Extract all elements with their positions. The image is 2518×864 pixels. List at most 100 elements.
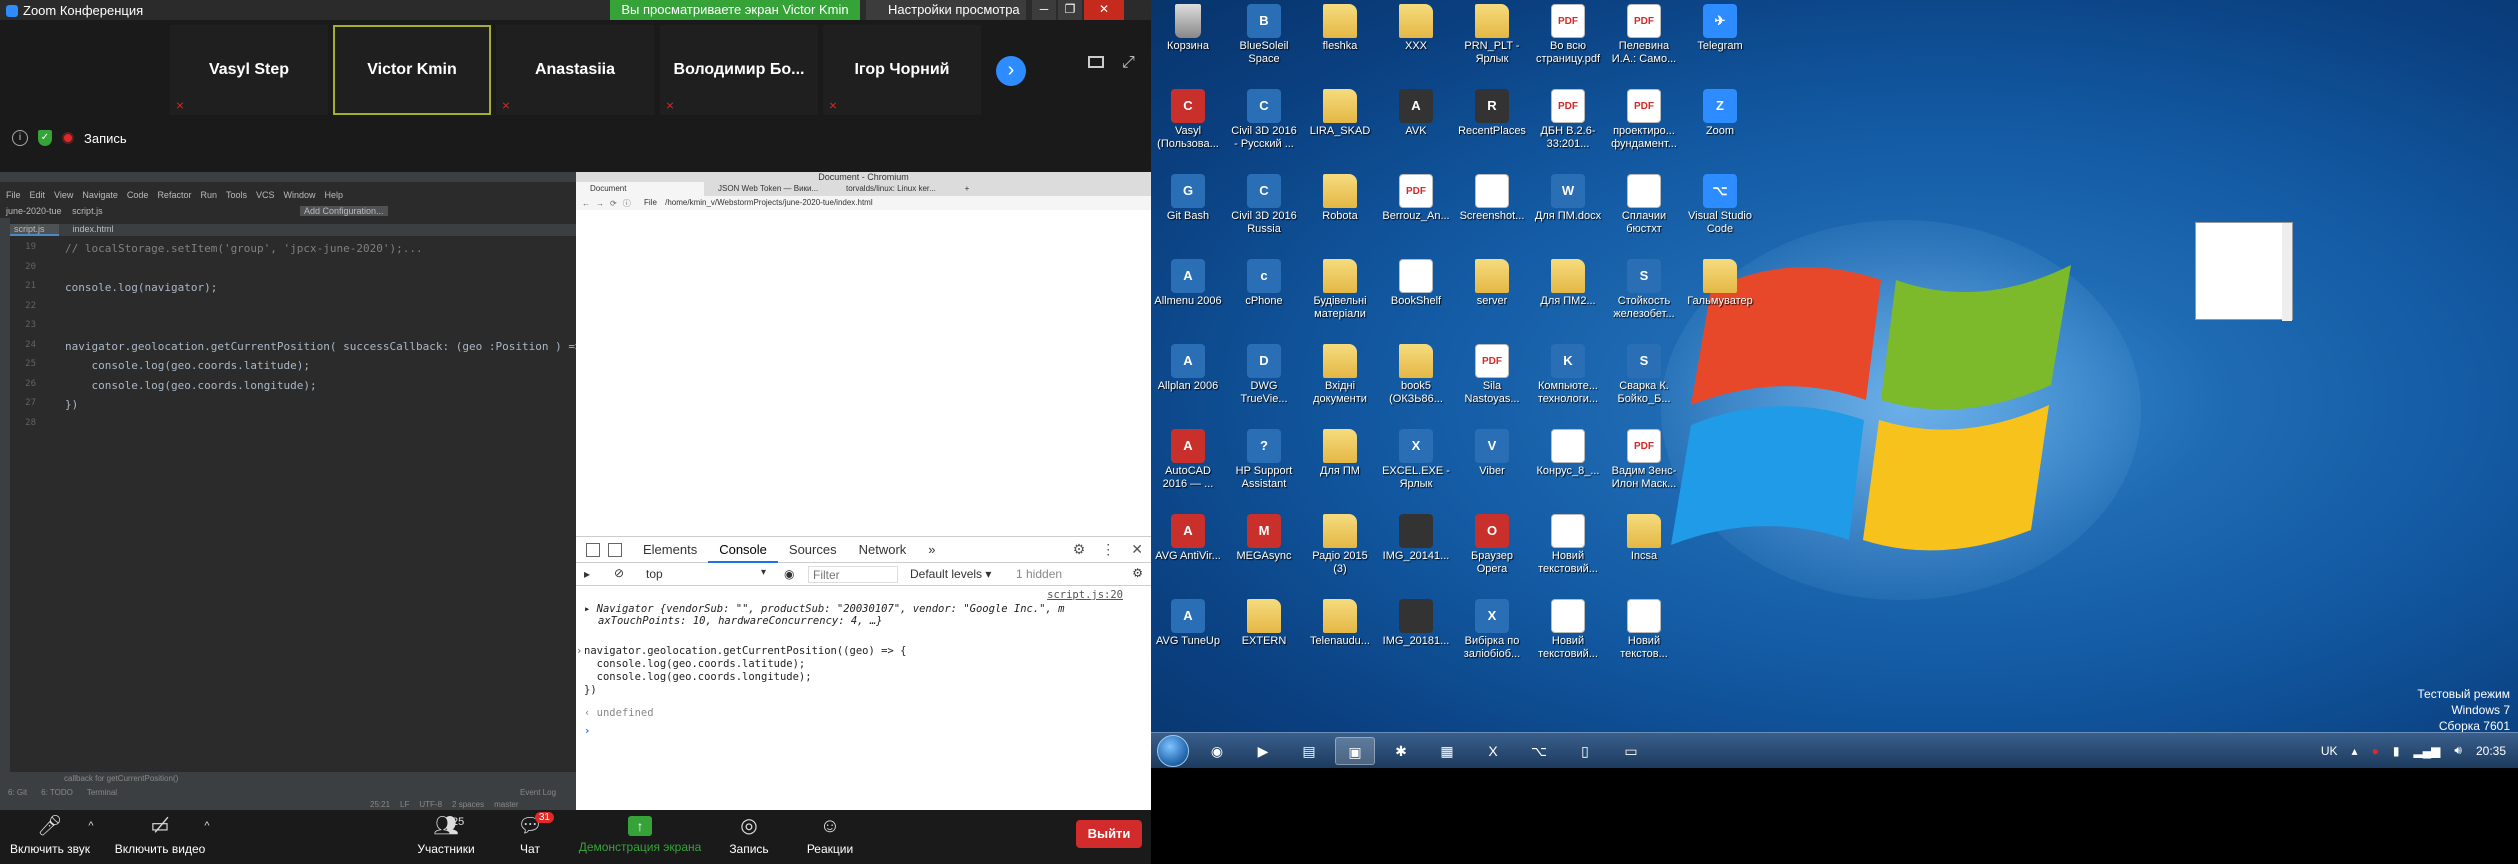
desktop-icon[interactable]: ⌥ Visual Studio Code: [1685, 174, 1755, 254]
browser-tab[interactable]: JSON Web Token — Вики...: [704, 182, 832, 196]
clear-console-icon[interactable]: ⊘: [614, 566, 624, 580]
start-video-button[interactable]: ▭̸ Включить видео: [112, 814, 208, 856]
sidebar-toggle-icon[interactable]: ▸: [584, 567, 590, 581]
taskbar-chrome-icon[interactable]: ◉: [1197, 737, 1237, 765]
fullscreen-icon[interactable]: ⤢: [1122, 54, 1135, 72]
desktop-icon[interactable]: D DWG TrueVie...: [1229, 344, 1299, 424]
taskbar-vscode-icon[interactable]: ⌥: [1519, 737, 1559, 765]
mega-tray-icon[interactable]: ●: [2372, 744, 2379, 758]
participant-tile[interactable]: Vasyl Step ⨯: [170, 25, 328, 115]
desktop-icon[interactable]: K Компьюте... технологи...: [1533, 344, 1603, 424]
tray-expand-icon[interactable]: ▴: [2352, 744, 2358, 758]
source-link[interactable]: script.js:20: [1047, 589, 1123, 601]
console-settings-icon[interactable]: ⚙: [1132, 566, 1143, 580]
close-devtools-icon[interactable]: ✕: [1131, 541, 1143, 558]
ide-menu-item[interactable]: Tools: [226, 190, 247, 202]
taskbar-media-icon[interactable]: ▶: [1243, 737, 1283, 765]
desktop-icon[interactable]: S Стойкость железобет...: [1609, 259, 1679, 339]
log-levels-select[interactable]: Default levels ▾: [910, 567, 991, 581]
desktop-icon[interactable]: Для ПМ: [1305, 429, 1375, 509]
taskbar-tools-icon[interactable]: ✱: [1381, 737, 1421, 765]
close-button[interactable]: ✕: [1084, 0, 1124, 20]
desktop-icon[interactable]: PDF Пелевина И.А.: Само...: [1609, 4, 1679, 84]
share-screen-button[interactable]: ↑ Демонстрация экрана: [578, 814, 702, 854]
desktop-icon[interactable]: PDF Berrouz_An...: [1381, 174, 1451, 254]
ide-menu-item[interactable]: VCS: [256, 190, 275, 202]
context-select[interactable]: top: [646, 567, 766, 581]
start-button[interactable]: [1157, 735, 1189, 767]
participant-tile[interactable]: Anastasiia ⨯: [496, 25, 654, 115]
desktop-icon[interactable]: LIRA_SKAD: [1305, 89, 1375, 169]
add-configuration-button[interactable]: Add Configuration...: [300, 206, 388, 216]
network-icon[interactable]: ▮: [2393, 744, 2400, 758]
ide-menu-item[interactable]: Help: [325, 190, 344, 202]
desktop-icon[interactable]: X Вибірка по заліобіоб...: [1457, 599, 1527, 679]
console-filter-input[interactable]: [808, 566, 898, 583]
new-tab-button[interactable]: +: [960, 182, 974, 196]
browser-tab[interactable]: Document: [576, 182, 704, 196]
tool-window-button[interactable]: 6: TODO: [41, 788, 73, 797]
devtools-tab[interactable]: Console: [708, 537, 778, 563]
signal-icon[interactable]: ▂▄▆: [2413, 744, 2440, 758]
desktop-icon[interactable]: EXTERN: [1229, 599, 1299, 679]
desktop-icon[interactable]: V Viber: [1457, 429, 1527, 509]
view-options-button[interactable]: Настройки просмотра ▾: [866, 0, 1026, 37]
ide-menu-item[interactable]: View: [54, 190, 73, 202]
status-item[interactable]: 2 spaces: [452, 800, 484, 809]
minimize-button[interactable]: ─: [1032, 0, 1056, 20]
desktop-icon[interactable]: Для ПМ2...: [1533, 259, 1603, 339]
desktop-icon[interactable]: X EXCEL.EXE - Ярлык: [1381, 429, 1451, 509]
gallery-view-icon[interactable]: [1088, 56, 1104, 68]
more-tabs-button[interactable]: »: [917, 537, 946, 563]
kebab-menu-icon[interactable]: ⋮: [1101, 541, 1115, 558]
reactions-button[interactable]: ☺ Реакции: [800, 814, 860, 856]
record-button[interactable]: ◎ Запись: [722, 814, 776, 856]
desktop-icon[interactable]: PDF Вадим Зенс- Илон Маск...: [1609, 429, 1679, 509]
browser-tab[interactable]: torvalds/linux: Linux ker...: [832, 182, 960, 196]
language-indicator[interactable]: UK: [2321, 744, 2338, 758]
popup-scrollbar[interactable]: [2282, 223, 2292, 321]
desktop-icon[interactable]: book5 (ОКЗЬ86...: [1381, 344, 1451, 424]
blank-popup-window[interactable]: [2195, 222, 2293, 321]
inspect-icon[interactable]: [586, 542, 600, 557]
volume-icon[interactable]: 🔊︎: [2454, 743, 2462, 758]
taskbar-explorer-icon[interactable]: ▤: [1289, 737, 1329, 765]
address-bar[interactable]: File /home/kmin_v/WebstormProjects/june-…: [644, 198, 873, 207]
desktop-icon[interactable]: Incsa: [1609, 514, 1679, 594]
ide-menu-item[interactable]: Code: [127, 190, 149, 202]
chat-button[interactable]: 💬︎ 31 Чат: [510, 812, 554, 856]
desktop-icon[interactable]: B BlueSoleil Space: [1229, 4, 1299, 84]
ide-menu-item[interactable]: Navigate: [82, 190, 118, 202]
event-log-button[interactable]: Event Log: [520, 788, 556, 797]
desktop-icon[interactable]: fleshka: [1305, 4, 1375, 84]
desktop-icon[interactable]: PDF Во всю страницу.pdf: [1533, 4, 1603, 84]
desktop-icon[interactable]: A AVG TuneUp: [1153, 599, 1223, 679]
participant-tile[interactable]: Володимир Бо... ⨯: [660, 25, 818, 115]
live-expression-icon[interactable]: ◉: [784, 567, 794, 581]
desktop-icon[interactable]: BookShelf: [1381, 259, 1451, 339]
nav-file[interactable]: script.js: [72, 206, 103, 216]
desktop-icon[interactable]: ✈ Telegram: [1685, 4, 1755, 84]
info-icon[interactable]: i: [12, 130, 28, 146]
desktop-icon[interactable]: PDF проектиро... фундамент...: [1609, 89, 1679, 169]
page-content[interactable]: [576, 212, 1151, 512]
unmute-button[interactable]: 🎤︎ Включить звук: [8, 814, 92, 856]
ide-menu-item[interactable]: Refactor: [157, 190, 191, 202]
ide-menu-item[interactable]: Run: [200, 190, 217, 202]
project-name[interactable]: june-2020-tue: [6, 206, 62, 216]
desktop-icon[interactable]: Новий текстовий...: [1533, 514, 1603, 594]
desktop-icon[interactable]: A Allplan 2006: [1153, 344, 1223, 424]
next-page-button[interactable]: ›: [996, 56, 1026, 86]
desktop-icon[interactable]: Сплачии бюстхт: [1609, 174, 1679, 254]
code-editor[interactable]: 19 // localStorage.setItem('group', 'jpcx…: [10, 236, 595, 656]
navigator-object[interactable]: ▸ Navigator {vendorSub: "", productSub: …: [584, 603, 1064, 627]
desktop-icon[interactable]: Будівельні матеріали: [1305, 259, 1375, 339]
desktop-icon[interactable]: Новий текстовий...: [1533, 599, 1603, 679]
devtools-tab[interactable]: Network: [848, 537, 918, 563]
desktop-icon[interactable]: Корзина: [1153, 4, 1223, 84]
desktop-icon[interactable]: IMG_20141...: [1381, 514, 1451, 594]
desktop-icon[interactable]: R RecentPlaces: [1457, 89, 1527, 169]
ide-menu-item[interactable]: Window: [284, 190, 316, 202]
taskbar-excel-icon[interactable]: X: [1473, 737, 1513, 765]
console-output[interactable]: script.js:20 ▸ Navigator {vendorSub: "",…: [576, 587, 1151, 811]
